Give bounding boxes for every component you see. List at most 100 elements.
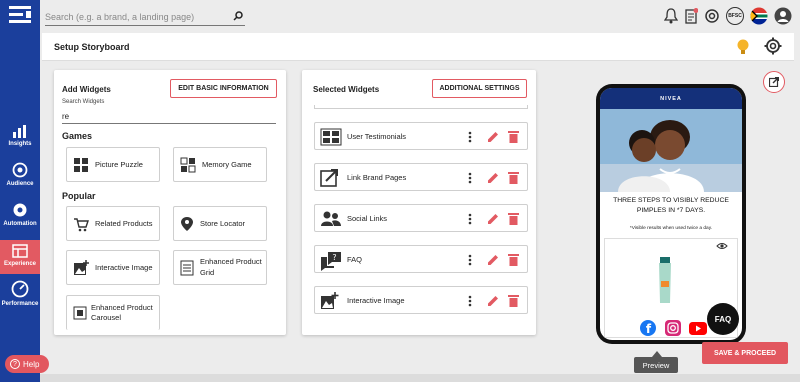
svg-text:?: ? [332,253,336,262]
puzzle-icon [74,157,88,172]
delete-trash-icon[interactable] [508,294,519,307]
list-item-partial [314,105,528,109]
delete-trash-icon[interactable] [508,130,519,143]
selected-widget-social-links[interactable]: Social Links [314,204,528,232]
more-options-icon[interactable] [468,295,472,307]
delete-trash-icon[interactable] [508,253,519,266]
delete-trash-icon[interactable] [508,171,519,184]
widget-card-memory-game[interactable]: Memory Game [173,147,267,182]
sidebar-item-audience[interactable]: Audience [0,162,40,194]
more-options-icon[interactable] [468,254,472,266]
settings-icon[interactable] [704,8,720,24]
selected-widgets-panel: Selected Widgets ADDITIONAL SETTINGS Use… [302,70,536,335]
sidebar-item-label: Audience [6,181,34,187]
disclaimer-note: *Visible results when used twice a day. [629,226,713,231]
people-icon [321,211,341,226]
bar-chart-icon [13,125,26,138]
edit-pencil-icon[interactable] [487,254,499,266]
panel-title: Selected Widgets [313,85,380,94]
selected-widget-faq[interactable]: ? FAQ [314,245,528,273]
faq-chat-icon: ? [321,252,341,271]
top-bar: Search (e.g. a brand, a landing page) BF… [40,0,800,32]
phone-preview: NIVEA THREE STEPS TO VISIBLY REDUCE PIMP… [596,84,746,344]
edit-pencil-icon[interactable] [487,131,499,143]
phone-screen: NIVEA THREE STEPS TO VISIBLY REDUCE PIMP… [600,88,742,340]
image-add-icon [321,292,339,309]
user-avatar-icon[interactable] [774,7,792,25]
layout-icon [12,244,28,258]
additional-settings-button[interactable]: ADDITIONAL SETTINGS [432,79,527,98]
widget-card-related-products[interactable]: Related Products [66,206,160,241]
facebook-icon[interactable]: f [640,320,656,336]
lightbulb-icon[interactable] [736,38,750,56]
sidebar-item-label: Insights [8,141,32,147]
target-icon [12,162,28,178]
page-title: Setup Storyboard [54,42,130,52]
sidebar-item-experience[interactable]: Experience [0,240,40,274]
help-button[interactable]: ? Help [5,355,49,373]
edit-basic-information-button[interactable]: EDIT BASIC INFORMATION [170,79,277,98]
edit-pencil-icon[interactable] [487,295,499,307]
instagram-icon[interactable] [665,320,681,336]
brand-badge[interactable]: BFSC [726,7,744,25]
memory-game-icon [180,157,196,172]
sidebar-item-insights[interactable]: Insights [0,124,40,154]
gauge-icon [11,280,29,298]
open-preview-button[interactable] [763,71,785,93]
sidebar-item-automation[interactable]: Automation [0,202,40,234]
testimonials-icon [320,128,342,146]
preview-tooltip-arrow [652,351,662,357]
sidebar-item-performance[interactable]: Performance [0,280,40,314]
global-search-input[interactable]: Search (e.g. a brand, a landing page) [45,8,245,26]
bell-icon[interactable] [664,8,678,24]
more-options-icon[interactable] [468,172,472,184]
widget-card-enhanced-product-carousel[interactable]: Enhanced Product Carousel [66,295,160,330]
eye-icon[interactable] [716,242,728,250]
preview-tooltip: Preview [634,357,678,373]
headline: THREE STEPS TO VISIBLY REDUCE PIMPLES IN… [613,197,729,214]
selected-widget-interactive-image[interactable]: Interactive Image [314,286,528,314]
list-grid-icon [180,260,194,275]
gear-icon [13,203,27,217]
image-add-icon [74,259,89,275]
add-widgets-panel: Add Widgets EDIT BASIC INFORMATION Searc… [54,70,286,335]
document-icon[interactable] [684,8,698,24]
panel-title: Add Widgets [62,85,111,94]
search-widgets-input[interactable]: re [62,110,276,124]
selected-widget-user-testimonials[interactable]: User Testimonials [314,122,528,150]
youtube-icon[interactable] [689,322,707,335]
app-logo[interactable] [9,6,31,24]
widget-card-interactive-image[interactable]: Interactive Image [66,250,160,285]
page-header: Setup Storyboard [42,33,794,61]
brand-bar: NIVEA [600,88,742,109]
more-options-icon[interactable] [468,213,472,225]
external-link-icon [320,169,338,187]
selected-widget-link-brand-pages[interactable]: Link Brand Pages [314,163,528,191]
widget-card-picture-puzzle[interactable]: Picture Puzzle [66,147,160,182]
widget-card-enhanced-product-grid[interactable]: Enhanced Product Grid [173,250,267,285]
more-options-icon[interactable] [468,131,472,143]
widget-card-store-locator[interactable]: Store Locator [173,206,267,241]
search-icon[interactable] [233,11,243,21]
external-link-icon [769,77,779,87]
search-widgets-label: Search Widgets [62,99,105,105]
location-pin-icon [181,216,193,231]
hero-photo [600,109,742,192]
south-africa-flag-icon[interactable] [750,7,768,25]
product-tube-image [659,257,671,303]
section-title-games: Games [62,131,93,141]
section-title-popular: Popular [62,191,96,201]
gear-icon[interactable] [764,37,782,55]
cart-add-icon [74,217,89,231]
edit-pencil-icon[interactable] [487,213,499,225]
sidebar-item-label: Automation [3,221,37,227]
sidebar-item-label: Performance [1,301,39,307]
horizontal-scrollbar[interactable] [40,374,800,382]
svg-text:f: f [646,322,652,336]
carousel-icon [73,306,87,320]
edit-pencil-icon[interactable] [487,172,499,184]
faq-floating-button[interactable]: FAQ [707,303,739,335]
delete-trash-icon[interactable] [508,212,519,225]
save-and-proceed-button[interactable]: SAVE & PROCEED [702,342,788,364]
help-icon: ? [10,359,20,369]
